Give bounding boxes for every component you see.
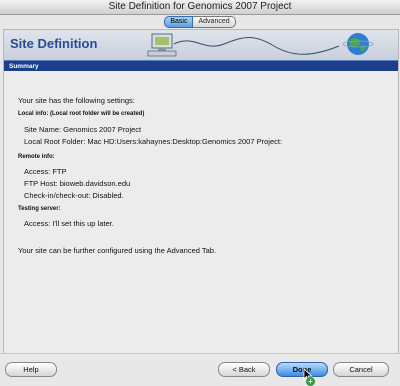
back-button[interactable]: < Back	[218, 362, 270, 377]
tab-bar: Basic Advanced	[0, 16, 400, 28]
help-button[interactable]: Help	[5, 362, 57, 377]
globe-icon	[342, 33, 374, 55]
access-text: Access: FTP	[24, 167, 67, 176]
local-info-heading: Local info: (Local root folder will be c…	[18, 111, 145, 117]
banner-title: Site Definition	[10, 36, 98, 51]
window-title: Site Definition for Genomics 2007 Projec…	[0, 0, 400, 15]
local-root-text: Local Root Folder: Mac HD:Users:kahaynes…	[24, 137, 283, 146]
site-name-text: Site Name: Genomics 2007 Project	[24, 125, 142, 134]
computer-icon	[147, 33, 177, 57]
done-button[interactable]: Done	[276, 362, 328, 377]
intro-text: Your site has the following settings:	[18, 96, 135, 105]
checkin-text: Check-in/check-out: Disabled.	[24, 191, 124, 200]
tab-advanced[interactable]: Advanced	[193, 16, 236, 28]
tab-basic[interactable]: Basic	[164, 16, 194, 28]
copy-plus-icon: +	[306, 377, 315, 386]
cancel-button[interactable]: Cancel	[333, 362, 389, 377]
footer-text: Your site can be further configured usin…	[18, 246, 217, 255]
testing-access-text: Access: I'll set this up later.	[24, 219, 114, 228]
divider	[0, 353, 400, 354]
testing-server-heading: Testing server:	[18, 206, 61, 212]
summary-header: Summary	[4, 60, 398, 71]
remote-info-heading: Remote info:	[18, 154, 55, 160]
network-globe-illustration	[147, 33, 374, 57]
ftp-host-text: FTP Host: bioweb.davidson.edu	[24, 179, 131, 188]
site-definition-banner: Site Definition	[4, 30, 398, 60]
